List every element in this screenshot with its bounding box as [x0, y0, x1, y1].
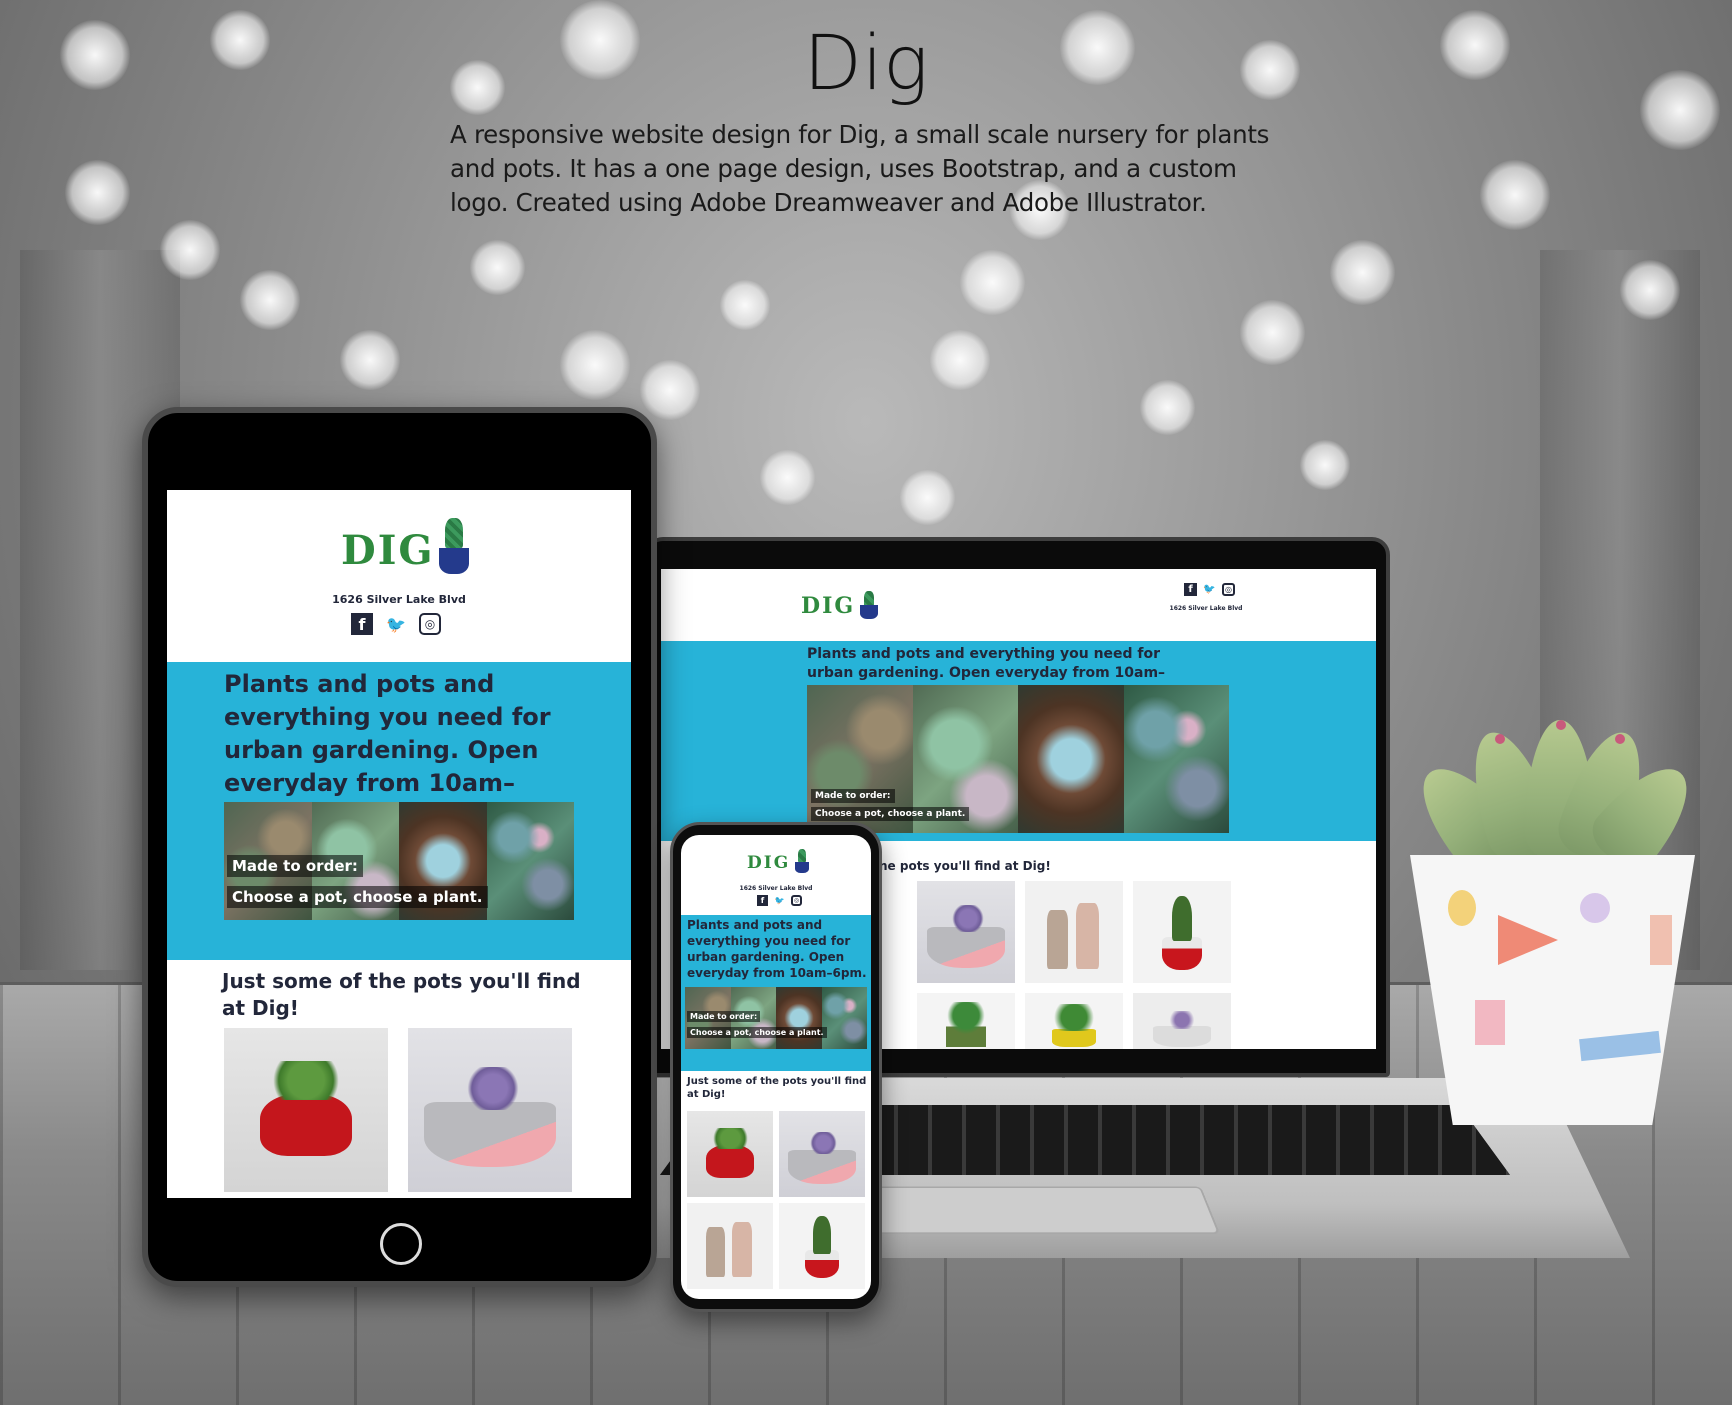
- site-logo[interactable]: DIG: [801, 591, 878, 619]
- site-logo[interactable]: DIG: [747, 849, 809, 873]
- caption-line1: Made to order:: [811, 789, 895, 803]
- pot-decoration: [1448, 890, 1476, 926]
- hero-title: Dig: [803, 18, 929, 107]
- logo-text: DIG: [341, 527, 435, 574]
- mosaic-image: [1123, 685, 1229, 833]
- pot-decoration: [1498, 915, 1558, 965]
- facebook-icon[interactable]: f: [351, 613, 373, 635]
- banner-text: Plants and pots and everything you need …: [687, 918, 867, 980]
- tablet: DIG 1626 Silver Lake Blvd f 🐦 ◎ Plants a…: [142, 407, 657, 1287]
- home-button-icon[interactable]: [380, 1223, 422, 1265]
- caption-line2: Choose a pot, choose a plant.: [227, 886, 488, 908]
- instagram-icon[interactable]: ◎: [791, 895, 802, 906]
- site-address: 1626 Silver Lake Blvd: [1169, 605, 1243, 612]
- twitter-icon[interactable]: 🐦: [385, 613, 407, 635]
- bokeh-light: [1240, 300, 1305, 365]
- social-links: f 🐦 ◎: [1184, 583, 1235, 596]
- site-logo[interactable]: DIG: [341, 518, 470, 574]
- bokeh-light: [470, 240, 525, 295]
- plant-pot: [1410, 855, 1695, 1125]
- pot-photo[interactable]: [687, 1203, 773, 1289]
- instagram-icon[interactable]: ◎: [419, 613, 441, 635]
- mosaic-image: [821, 987, 867, 1049]
- hero-banner: Plants and pots and everything you need …: [661, 641, 1376, 841]
- tablet-website: DIG 1626 Silver Lake Blvd f 🐦 ◎ Plants a…: [167, 490, 631, 1198]
- bokeh-light: [720, 280, 770, 330]
- hero-banner: Plants and pots and everything you need …: [167, 662, 631, 960]
- bokeh-light: [65, 160, 130, 225]
- facebook-icon[interactable]: f: [1184, 583, 1197, 596]
- hero-description: A responsive website design for Dig, a s…: [450, 120, 1270, 217]
- pot-photo[interactable]: [408, 1028, 572, 1192]
- bokeh-light: [560, 330, 630, 400]
- mosaic-image: [776, 987, 822, 1049]
- pot-photo[interactable]: [1133, 993, 1231, 1049]
- bokeh-light: [340, 330, 400, 390]
- twitter-icon[interactable]: 🐦: [1203, 583, 1216, 596]
- logo-pot-icon: [794, 849, 809, 873]
- logo-text: DIG: [801, 593, 856, 619]
- caption-line2: Choose a pot, choose a plant.: [811, 807, 970, 821]
- bokeh-light: [160, 220, 220, 280]
- bokeh-light: [930, 330, 990, 390]
- bokeh-light: [900, 470, 955, 525]
- pot-photo[interactable]: [779, 1203, 865, 1289]
- bokeh-light: [1480, 160, 1550, 230]
- caption-line1: Made to order:: [687, 1011, 761, 1022]
- logo-pot-icon: [859, 591, 878, 619]
- bokeh-light: [960, 250, 1025, 315]
- site-address: 1626 Silver Lake Blvd: [739, 885, 813, 892]
- bokeh-light: [1330, 240, 1395, 305]
- site-address: 1626 Silver Lake Blvd: [332, 593, 466, 606]
- logo-pot-icon: [439, 518, 470, 574]
- bokeh-light: [760, 450, 815, 505]
- pot-photo[interactable]: [1025, 881, 1123, 983]
- phone-website: DIG 1626 Silver Lake Blvd f 🐦 ◎ Plants a…: [681, 835, 871, 1299]
- pot-photo[interactable]: [779, 1111, 865, 1197]
- bokeh-light: [240, 270, 300, 330]
- pot-decoration: [1579, 1030, 1661, 1062]
- logo-text: DIG: [747, 853, 791, 873]
- bokeh-light: [640, 360, 700, 420]
- bokeh-light: [1620, 260, 1680, 320]
- laptop-trackpad: [849, 1186, 1221, 1235]
- leaf-tip: [1615, 734, 1625, 744]
- twitter-icon[interactable]: 🐦: [774, 895, 785, 906]
- caption-line1: Made to order:: [227, 855, 363, 877]
- pot-photo[interactable]: [917, 881, 1015, 983]
- facebook-icon[interactable]: f: [757, 895, 768, 906]
- social-links: f 🐦 ◎: [757, 895, 802, 906]
- bokeh-light: [1300, 440, 1350, 490]
- pot-decoration: [1650, 915, 1672, 965]
- pot-photo[interactable]: [1025, 993, 1123, 1049]
- mosaic-image: [1018, 685, 1124, 833]
- section-title: Just some of the pots you'll find at Dig…: [687, 1076, 867, 1100]
- pot-photo[interactable]: [224, 1028, 388, 1192]
- pot-photo[interactable]: [917, 993, 1015, 1049]
- phone: DIG 1626 Silver Lake Blvd f 🐦 ◎ Plants a…: [670, 822, 882, 1312]
- leaf-tip: [1556, 720, 1566, 730]
- social-links: f 🐦 ◎: [351, 613, 441, 635]
- hero-banner: Plants and pots and everything you need …: [681, 915, 871, 1071]
- section-title: ne pots you'll find at Dig!: [879, 859, 1051, 873]
- pot-photo[interactable]: [1133, 881, 1231, 983]
- pot-decoration: [1580, 893, 1610, 923]
- pot-decoration: [1475, 1000, 1505, 1045]
- caption-line2: Choose a pot, choose a plant.: [687, 1027, 827, 1038]
- section-title: Just some of the pots you'll find at Dig…: [222, 969, 581, 1020]
- mosaic-image: [486, 802, 574, 920]
- leaf-tip: [1495, 734, 1505, 744]
- bokeh-light: [1140, 380, 1195, 435]
- pot-photo[interactable]: [687, 1111, 773, 1197]
- instagram-icon[interactable]: ◎: [1222, 583, 1235, 596]
